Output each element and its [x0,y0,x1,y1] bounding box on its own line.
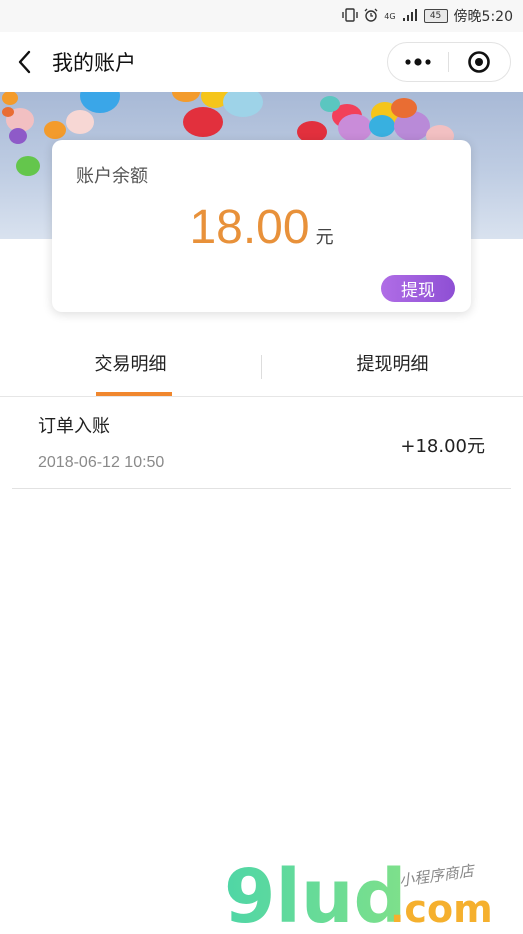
more-dots-icon [405,58,431,66]
status-time: 傍晚5:20 [453,9,513,25]
target-close-icon [468,51,490,73]
tab-withdraw-details[interactable]: 提现明细 [262,330,523,396]
transaction-title: 订单入账 [38,416,110,437]
svg-text:9lud: 9lud [224,856,407,930]
balance-card: 账户余额 18.00 元 提现 [52,140,471,312]
balance-amount: 18.00 [189,201,310,254]
svg-text:.com: .com [390,887,493,930]
mini-program-capsule [387,42,511,82]
chevron-left-icon [18,50,31,74]
battery-icon: 45 [423,9,448,23]
transaction-row[interactable]: 订单入账 2018-06-12 10:50 +18.00元 [12,396,511,489]
nav-bar: 我的账户 [0,32,523,92]
svg-text:小程序商店: 小程序商店 [398,861,477,890]
detail-tabs: 交易明细 提现明细 [0,330,523,397]
watermark-logo: 9lud .com 小程序商店 [222,854,522,934]
signal-icon [402,8,418,25]
page-title: 我的账户 [52,51,136,75]
close-mini-program-button[interactable] [449,43,509,81]
vibrate-icon [342,7,358,25]
balance-display: 18.00 元 [52,200,471,255]
transaction-amount: +18.00元 [400,436,485,457]
balance-label: 账户余额 [76,166,148,187]
status-bar-right: 4G 45 傍晚5:20 [342,6,513,26]
back-button[interactable] [14,48,38,76]
status-bar: 4G 45 傍晚5:20 [0,0,523,32]
more-button[interactable] [388,43,448,81]
transaction-time: 2018-06-12 10:50 [38,454,165,471]
tab-transaction-details[interactable]: 交易明细 [0,330,261,396]
alarm-icon [364,8,378,25]
withdraw-button[interactable]: 提现 [381,275,455,302]
network-label: 4G [384,11,396,21]
balance-unit: 元 [315,227,334,248]
